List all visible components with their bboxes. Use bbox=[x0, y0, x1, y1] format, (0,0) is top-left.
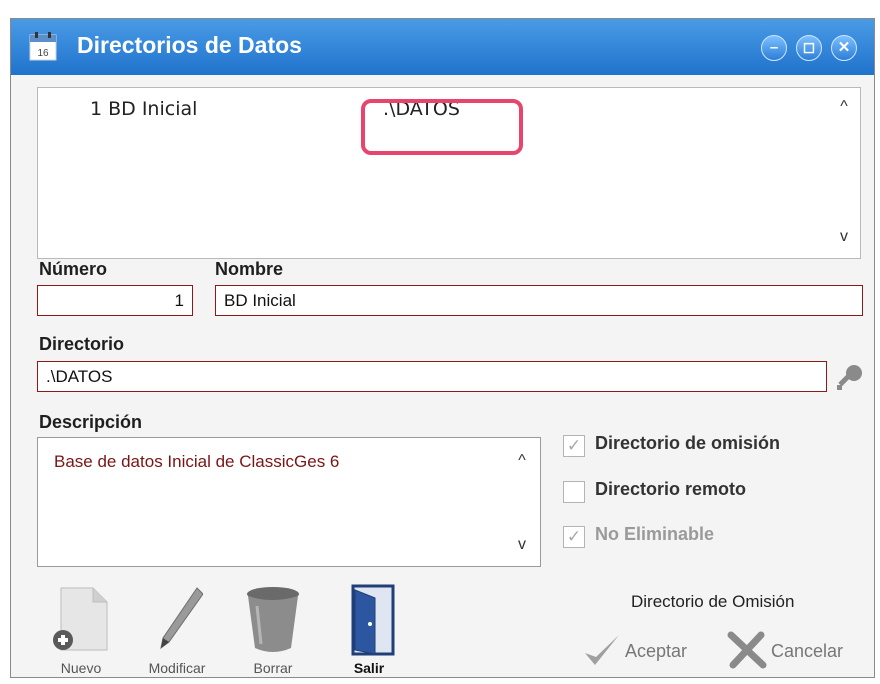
descripcion-text: Base de datos Inicial de ClassicGes 6 bbox=[54, 452, 340, 471]
nombre-field[interactable]: BD Inicial bbox=[215, 285, 863, 316]
maximize-button[interactable]: ◻ bbox=[796, 35, 822, 61]
checkmark-icon bbox=[585, 635, 619, 665]
door-exit-icon bbox=[351, 584, 395, 656]
salir-label: Salir bbox=[353, 660, 385, 676]
key-icon[interactable] bbox=[835, 363, 865, 393]
no-eliminable-label: No Eliminable bbox=[595, 524, 715, 544]
aceptar-label: Aceptar bbox=[625, 641, 688, 661]
cancelar-label: Cancelar bbox=[771, 641, 844, 661]
omision-checkbox[interactable]: ✓ bbox=[563, 435, 585, 457]
svg-text:16: 16 bbox=[37, 48, 49, 59]
remoto-checkbox[interactable] bbox=[563, 481, 585, 503]
numero-label: Número bbox=[39, 259, 108, 279]
calendar-icon: 16 bbox=[29, 32, 57, 61]
trash-icon bbox=[247, 587, 299, 652]
nombre-label: Nombre bbox=[215, 259, 284, 279]
window-title: Directorios de Datos bbox=[77, 32, 302, 58]
highlight-box bbox=[361, 99, 523, 155]
aceptar-button[interactable]: Aceptar bbox=[583, 631, 723, 671]
desc-scroll-up-icon[interactable]: ^ bbox=[512, 452, 532, 470]
omision-label: Directorio de omisión bbox=[595, 433, 781, 453]
borrar-label: Borrar bbox=[253, 660, 293, 676]
desc-scroll-down-icon[interactable]: v bbox=[512, 536, 532, 554]
scroll-down-icon[interactable]: v bbox=[834, 228, 854, 246]
new-document-icon bbox=[53, 587, 108, 651]
descripcion-field[interactable]: Base de datos Inicial de ClassicGes 6 ^ … bbox=[37, 437, 541, 567]
numero-field[interactable]: 1 bbox=[37, 285, 193, 316]
modificar-button[interactable]: Modificar bbox=[137, 584, 217, 684]
close-button[interactable]: ✕ bbox=[831, 35, 857, 61]
x-cancel-icon bbox=[727, 631, 767, 669]
no-eliminable-checkbox[interactable]: ✓ bbox=[563, 526, 585, 548]
list-item-name: 1 BD Inicial bbox=[90, 98, 198, 120]
remoto-label: Directorio remoto bbox=[595, 479, 747, 499]
directorios-window: 16 Directorios de Datos – ◻ ✕ 1 BD Inici… bbox=[10, 18, 875, 678]
cancelar-button[interactable]: Cancelar bbox=[727, 631, 867, 671]
borrar-button[interactable]: Borrar bbox=[233, 584, 313, 684]
pencil-icon bbox=[160, 587, 203, 650]
title-bar: 16 Directorios de Datos – ◻ ✕ bbox=[11, 19, 874, 75]
directorio-field[interactable]: .\DATOS bbox=[37, 361, 827, 392]
scroll-up-icon[interactable]: ^ bbox=[834, 98, 854, 116]
directorio-label: Directorio bbox=[39, 334, 125, 354]
descripcion-label: Descripción bbox=[39, 412, 143, 432]
minimize-button[interactable]: – bbox=[761, 35, 787, 61]
status-note: Directorio de Omisión bbox=[631, 592, 795, 611]
nuevo-label: Nuevo bbox=[60, 660, 102, 676]
nuevo-button[interactable]: Nuevo bbox=[41, 584, 121, 684]
salir-button[interactable]: Salir bbox=[329, 584, 409, 684]
modificar-label: Modificar bbox=[148, 660, 206, 676]
